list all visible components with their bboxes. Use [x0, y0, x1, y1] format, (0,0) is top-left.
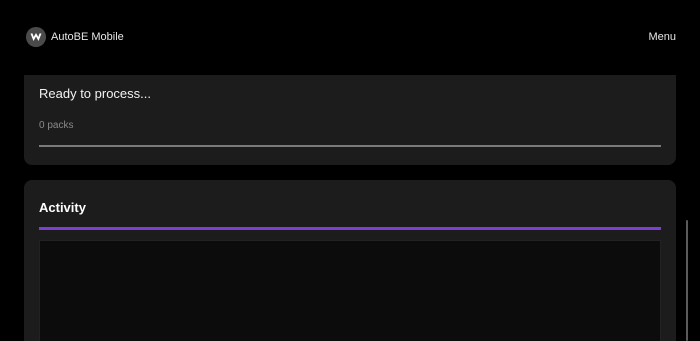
app-header: AutoBE Mobile Menu: [0, 0, 700, 74]
menu-button[interactable]: Menu: [648, 30, 676, 44]
packs-count: 0 packs: [39, 120, 74, 131]
activity-log[interactable]: [39, 240, 661, 341]
status-message: Ready to process...: [39, 86, 151, 101]
autobe-logo-icon[interactable]: [26, 27, 46, 47]
page-scrollbar[interactable]: [686, 220, 688, 341]
progress-bar: [39, 145, 661, 147]
app-title: AutoBE Mobile: [51, 31, 124, 43]
app-root: AutoBE Mobile Menu Ready to process... 0…: [0, 0, 700, 341]
activity-accent-bar: [39, 227, 661, 230]
activity-title: Activity: [39, 200, 86, 215]
